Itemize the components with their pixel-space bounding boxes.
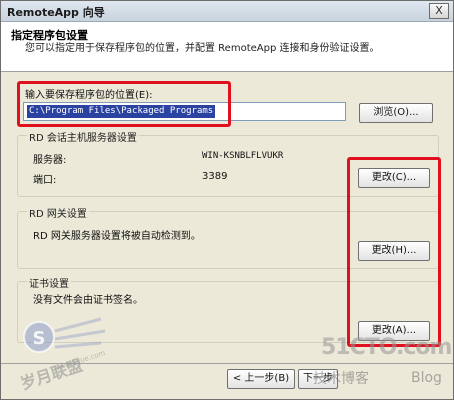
wizard-header: 指定程序包设置 您可以指定用于保存程序包的位置，并配置 RemoteApp 连接… [1,22,453,72]
51cto-watermark-sub: 技术博客 [313,371,369,387]
back-button[interactable]: < 上一步(B) [227,369,295,389]
syue-watermark: S 岁月联盟 www.Syue.com [9,311,119,397]
port-value: 3389 [202,171,228,182]
gateway-description: RD 网关服务器设置将被自动检测到。 [33,231,201,242]
51cto-watermark-blog: Blog [411,370,442,386]
certificate-group-title: 证书设置 [27,275,71,290]
gateway-group-title: RD 网关设置 [27,205,89,220]
remoteapp-wizard-window: RemoteApp 向导 X 指定程序包设置 您可以指定用于保存程序包的位置，并… [0,0,454,400]
certificate-description: 没有文件会由证书签名。 [33,295,143,306]
title-bar[interactable]: RemoteApp 向导 X [1,1,453,22]
window-title: RemoteApp 向导 [7,6,105,19]
page-description: 您可以指定用于保存程序包的位置，并配置 RemoteApp 连接和身份验证设置。 [25,43,380,54]
close-button[interactable]: X [429,3,449,19]
port-label: 端口: [33,175,57,186]
51cto-watermark: 51CTO.com 技术博客 Blog [313,335,454,395]
rdsh-group-title: RD 会话主机服务器设置 [27,129,139,144]
server-label: 服务器: [33,155,67,166]
svg-text:S: S [33,328,46,349]
location-highlight-box [17,81,231,127]
server-value: WIN-KSNBLFLVUKR [202,151,284,161]
browse-button[interactable]: 浏览(O)... [359,103,433,123]
51cto-watermark-text: 51CTO.com [321,335,452,360]
change-buttons-highlight-box [347,157,441,347]
page-heading: 指定程序包设置 [11,29,88,42]
close-icon: X [435,4,443,17]
